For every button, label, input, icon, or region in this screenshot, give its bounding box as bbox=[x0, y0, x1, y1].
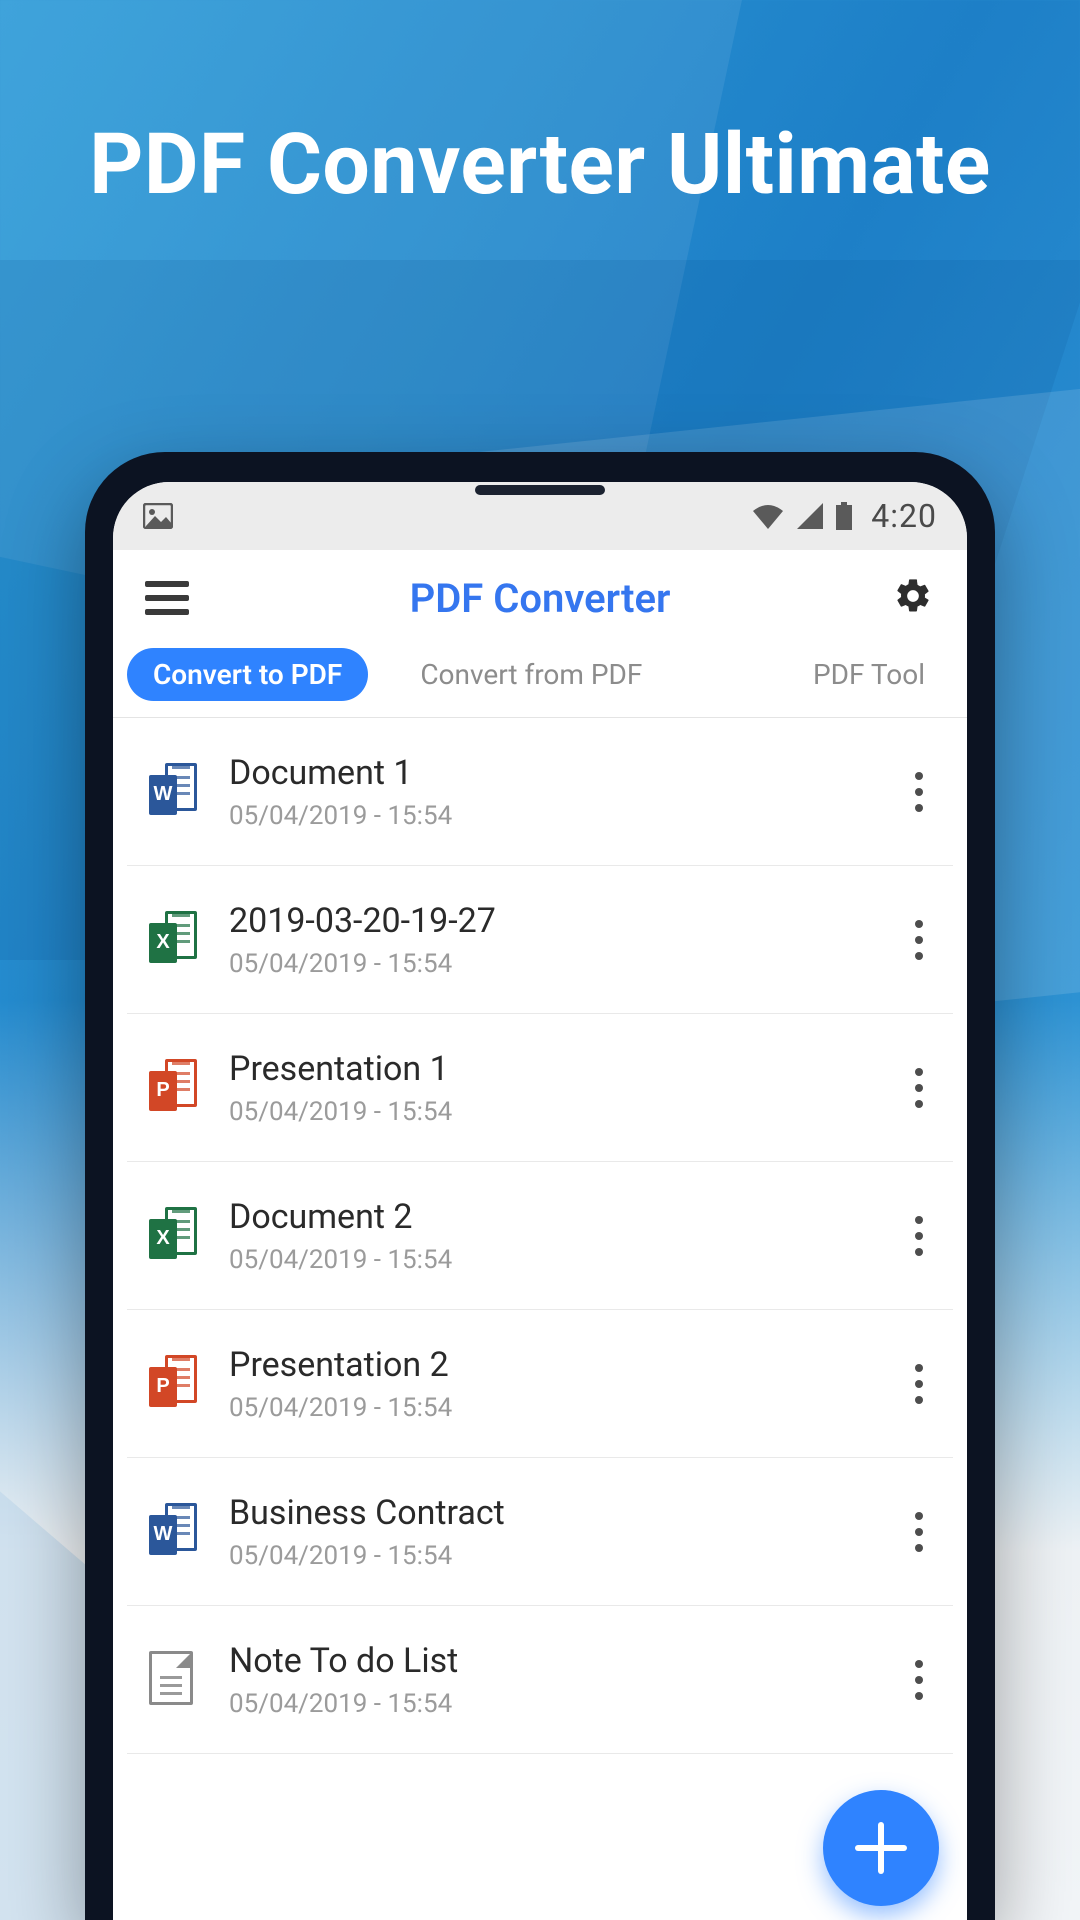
more-vertical-icon bbox=[915, 772, 923, 812]
file-date: 05/04/2019 - 15:54 bbox=[229, 949, 895, 979]
file-row[interactable]: W Document 1 05/04/2019 - 15:54 bbox=[127, 718, 953, 866]
app-header: PDF Converter bbox=[113, 550, 967, 646]
image-notification-icon bbox=[143, 503, 173, 529]
file-row[interactable]: P Presentation 1 05/04/2019 - 15:54 bbox=[127, 1014, 953, 1162]
word-file-icon: W bbox=[137, 1503, 209, 1561]
excel-file-icon: X bbox=[137, 1207, 209, 1265]
more-vertical-icon bbox=[915, 1216, 923, 1256]
excel-file-icon: X bbox=[137, 911, 209, 969]
file-overflow-button[interactable] bbox=[895, 772, 943, 812]
file-overflow-button[interactable] bbox=[895, 1512, 943, 1552]
more-vertical-icon bbox=[915, 1512, 923, 1552]
promo-title: PDF Converter Ultimate bbox=[0, 115, 1080, 214]
wifi-icon bbox=[751, 503, 785, 529]
file-date: 05/04/2019 - 15:54 bbox=[229, 1245, 895, 1275]
settings-button[interactable] bbox=[885, 570, 941, 626]
file-overflow-button[interactable] bbox=[895, 1068, 943, 1108]
battery-icon bbox=[835, 502, 853, 530]
phone-screen: 4:20 PDF Converter Convert to PDF Conver… bbox=[113, 482, 967, 1920]
file-row[interactable]: X Document 2 05/04/2019 - 15:54 bbox=[127, 1162, 953, 1310]
ppt-file-icon: P bbox=[137, 1355, 209, 1413]
phone-frame: 4:20 PDF Converter Convert to PDF Conver… bbox=[85, 452, 995, 1920]
add-file-button[interactable] bbox=[823, 1790, 939, 1906]
file-name: 2019-03-20-19-27 bbox=[229, 901, 895, 941]
file-name: Document 2 bbox=[229, 1197, 895, 1237]
more-vertical-icon bbox=[915, 1364, 923, 1404]
tab-pdf-tool[interactable]: PDF Tool bbox=[785, 648, 953, 701]
tab-convert-from-pdf[interactable]: Convert from PDF bbox=[392, 648, 670, 701]
word-file-icon: W bbox=[137, 763, 209, 821]
gear-icon bbox=[893, 576, 933, 620]
more-vertical-icon bbox=[915, 1068, 923, 1108]
file-date: 05/04/2019 - 15:54 bbox=[229, 1541, 895, 1571]
status-bar: 4:20 bbox=[113, 482, 967, 550]
tab-bar: Convert to PDF Convert from PDF PDF Tool bbox=[113, 646, 967, 718]
file-row[interactable]: W Business Contract 05/04/2019 - 15:54 bbox=[127, 1458, 953, 1606]
file-name: Note To do List bbox=[229, 1641, 895, 1681]
app-title: PDF Converter bbox=[195, 575, 885, 622]
menu-button[interactable] bbox=[139, 570, 195, 626]
file-date: 05/04/2019 - 15:54 bbox=[229, 1393, 895, 1423]
hamburger-icon bbox=[145, 581, 189, 615]
more-vertical-icon bbox=[915, 1660, 923, 1700]
file-overflow-button[interactable] bbox=[895, 920, 943, 960]
tab-convert-to-pdf[interactable]: Convert to PDF bbox=[127, 648, 368, 701]
file-name: Document 1 bbox=[229, 753, 895, 793]
status-time: 4:20 bbox=[871, 497, 937, 535]
file-name: Business Contract bbox=[229, 1493, 895, 1533]
file-date: 05/04/2019 - 15:54 bbox=[229, 801, 895, 831]
cell-signal-icon bbox=[797, 503, 823, 529]
file-overflow-button[interactable] bbox=[895, 1216, 943, 1256]
file-date: 05/04/2019 - 15:54 bbox=[229, 1097, 895, 1127]
ppt-file-icon: P bbox=[137, 1059, 209, 1117]
file-overflow-button[interactable] bbox=[895, 1364, 943, 1404]
file-row[interactable]: Note To do List 05/04/2019 - 15:54 bbox=[127, 1606, 953, 1754]
file-row[interactable]: X 2019-03-20-19-27 05/04/2019 - 15:54 bbox=[127, 866, 953, 1014]
file-name: Presentation 2 bbox=[229, 1345, 895, 1385]
file-name: Presentation 1 bbox=[229, 1049, 895, 1089]
file-row[interactable]: P Presentation 2 05/04/2019 - 15:54 bbox=[127, 1310, 953, 1458]
file-list[interactable]: W Document 1 05/04/2019 - 15:54 X 2019-03-20… bbox=[113, 718, 967, 1920]
file-overflow-button[interactable] bbox=[895, 1660, 943, 1700]
file-date: 05/04/2019 - 15:54 bbox=[229, 1689, 895, 1719]
txt-file-icon bbox=[137, 1651, 209, 1709]
more-vertical-icon bbox=[915, 920, 923, 960]
